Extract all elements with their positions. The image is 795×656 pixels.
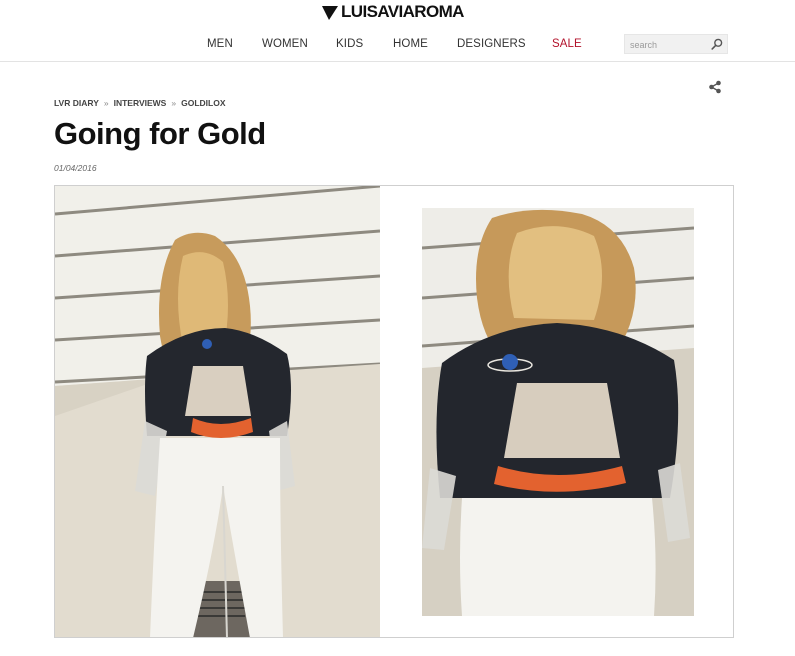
breadcrumb-lvr-diary[interactable]: LVR DIARY [54,98,99,108]
breadcrumb-separator: » [103,98,109,108]
logo-triangle-icon [322,6,338,20]
nav-item-kids[interactable]: KIDS [336,38,363,50]
breadcrumb-separator: » [171,98,177,108]
site-logo[interactable]: LUISAVIAROMA [322,1,464,23]
nav-item-sale[interactable]: SALE [552,38,582,50]
nav-item-home[interactable]: HOME [393,38,428,50]
nav-item-men[interactable]: MEN [207,38,233,50]
page-title: Going for Gold [54,116,266,151]
gallery-photo-left[interactable] [55,186,380,637]
nav-item-women[interactable]: WOMEN [262,38,308,50]
breadcrumb-interviews[interactable]: INTERVIEWS [114,98,167,108]
photo-gallery [54,185,734,638]
logo-text: LUISAVIAROMA [341,2,464,21]
publish-date: 01/04/2016 [54,163,97,173]
search-icon[interactable] [710,37,724,51]
nav-item-designers[interactable]: DESIGNERS [457,38,526,50]
breadcrumb-goldilox[interactable]: GOLDILOX [181,98,225,108]
search-input[interactable] [625,36,707,54]
search-box [624,34,728,54]
share-icon[interactable] [708,80,722,94]
breadcrumb: LVR DIARY » INTERVIEWS » GOLDILOX [54,98,225,108]
gallery-photo-right[interactable] [422,208,694,616]
site-header: LUISAVIAROMA MEN WOMEN KIDS HOME DESIGNE… [0,0,795,62]
